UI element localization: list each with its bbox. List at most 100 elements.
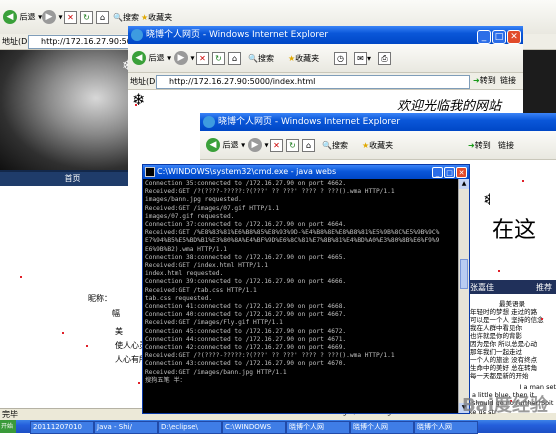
ie-icon (131, 29, 143, 41)
stop-icon: ✕ (270, 139, 283, 152)
search-button[interactable]: 🔍搜索 (248, 53, 274, 64)
console-line: Received:GET /?(????-?????:?(???' ?? ???… (145, 352, 395, 360)
console-line: Connection 38:connected to /172.16.27.90… (145, 253, 347, 261)
go-button[interactable]: ➜转到 (468, 140, 491, 151)
stop-button[interactable]: ✕ (64, 11, 77, 24)
taskbar-item[interactable]: 20111207010 (30, 421, 94, 434)
console-line: images/bann.jpg requested. (145, 196, 242, 204)
toolbar: ◀ 后退 ▾ ▶ ▾ ✕ ↻ ⌂ 🔍搜索 ★收藏夹 ◷ ✉ ▾ ⎙ (128, 44, 523, 73)
article-text: 最美语录 年轻时的梦想 走过的路 可以是一个人 坚持的信念 我在人群中看见你 也… (470, 300, 544, 380)
minimize-button[interactable]: _ (477, 30, 491, 44)
forward-button[interactable]: ▶ ▾ (174, 51, 195, 65)
back-button[interactable]: ◀ 后退 ▾ (3, 10, 42, 24)
welcome-heading: 欢迎光临我的网站 (396, 99, 501, 114)
console-line: tab.css requested. (145, 294, 213, 302)
favorites-button[interactable]: ★收藏夹 (362, 140, 393, 151)
refresh-button[interactable]: ↻ (286, 139, 299, 152)
console-line: E7%94%B5%E5%BD%B1%E3%80%8A%E4%BF%9D%E6%8… (145, 237, 440, 245)
forward-arrow-icon: ▶ (42, 10, 56, 24)
mail-icon: ✉ (354, 52, 367, 65)
refresh-button[interactable]: ↻ (80, 11, 93, 24)
taskbar-item[interactable]: Java - Shi/ (94, 421, 158, 434)
back-button[interactable]: ◀ 后退 ▾ (206, 138, 245, 152)
taskbar-item[interactable]: D:\eclipse\ (158, 421, 222, 434)
section-title: 张嘉佳 (470, 283, 494, 292)
console-line: Connection 45:connected to /172.16.27.90… (145, 327, 347, 335)
title-bar[interactable]: 晓博个人网页 - Windows Internet Explorer _ □ ✕ (128, 26, 523, 44)
home-icon: ⌂ (96, 11, 109, 24)
scrollbar[interactable]: ▲ ▼ (458, 179, 469, 413)
ie-icon (203, 116, 215, 128)
cmd-icon (145, 167, 155, 177)
scroll-up-icon[interactable]: ▲ (459, 179, 469, 189)
stop-button[interactable]: ✕ (270, 139, 283, 152)
taskbar-item[interactable]: 晓博个人网 (414, 421, 478, 434)
decor-dot (541, 318, 543, 320)
snowflake-icon: ❄ (132, 90, 146, 109)
cmd-window: C:\WINDOWS\system32\cmd.exe - java webs … (142, 164, 470, 414)
decor-dot (62, 332, 64, 334)
stop-icon: ✕ (64, 11, 77, 24)
address-input[interactable]: http://172.16.27.90:5000/ (28, 35, 145, 49)
home-link[interactable]: 首页 (65, 174, 81, 183)
toolbar: ◀ 后退 ▾ ▶ ▾ ✕ ↻ ⌂ 🔍搜索 ★收藏夹 ➜转到 链接 (200, 131, 556, 160)
search-button[interactable]: 🔍搜索 (113, 12, 139, 23)
console-line: Connection 39:connected to /172.16.27.90… (145, 278, 347, 286)
console-line: Received:GET /index.html HTTP/1.1 (145, 262, 268, 270)
start-button[interactable]: 开始 (0, 420, 16, 433)
taskbar: 开始 20111207010 Java - Shi/ D:\eclipse\ C… (0, 420, 556, 434)
nickname-label: 昵称： (88, 294, 112, 303)
print-button[interactable]: ⎙ (378, 52, 391, 65)
taskbar-item[interactable]: 晓博个人网 (286, 421, 350, 434)
forward-button[interactable]: ▶ ▾ (42, 10, 63, 24)
recommend-label: 推荐 (536, 283, 552, 292)
address-bar: 地址(D) http://172.16.27.90:5000/index.htm… (128, 73, 523, 90)
print-icon: ⎙ (378, 52, 391, 65)
address-label: 地址(D) (2, 37, 31, 46)
console-line: Connection 41:connected to /172.16.27.90… (145, 303, 347, 311)
nav-bar: 首页 (0, 172, 145, 186)
cmd-title-bar[interactable]: C:\WINDOWS\system32\cmd.exe - java webs … (143, 165, 469, 179)
title-bar[interactable]: 晓博个人网页 - Windows Internet Explorer (200, 113, 556, 131)
home-button[interactable]: ⌂ (228, 52, 241, 65)
close-button[interactable]: ✕ (507, 30, 521, 44)
decor-dot (86, 345, 88, 347)
maximize-button[interactable]: □ (444, 167, 455, 178)
mail-button[interactable]: ✉ ▾ (354, 52, 371, 65)
close-button[interactable]: ✕ (456, 167, 467, 178)
back-arrow-icon: ◀ (206, 138, 220, 152)
forward-button[interactable]: ▶ ▾ (248, 138, 269, 152)
console-line: Connection 40:connected to /172.16.27.90… (145, 311, 347, 319)
maximize-button[interactable]: □ (492, 30, 506, 44)
back-button[interactable]: ◀ 后退 ▾ (132, 51, 171, 65)
console-line: E6%9B%B2).wma HTTP/1.1 (145, 245, 227, 253)
decor-dot (138, 382, 140, 384)
home-button[interactable]: ⌂ (302, 139, 315, 152)
refresh-button[interactable]: ↻ (212, 52, 225, 65)
favorites-button[interactable]: ★收藏夹 (141, 12, 172, 23)
history-button[interactable]: ◷ (334, 52, 347, 65)
search-button[interactable]: 🔍搜索 (322, 140, 348, 151)
decor-dot (135, 104, 137, 106)
console-line: Connection 44:connected to /172.16.27.90… (145, 335, 347, 343)
stop-button[interactable]: ✕ (196, 52, 209, 65)
console-line: Connection 42:connected to /172.16.27.90… (145, 344, 347, 352)
go-button[interactable]: ➜转到 (473, 75, 496, 87)
taskbar-item[interactable]: C:\WINDOWS (222, 421, 286, 434)
console-line: images/07.gif requested. (145, 212, 235, 220)
scroll-thumb[interactable] (460, 259, 468, 289)
go-arrow-icon: ➜ (468, 141, 475, 150)
home-button[interactable]: ⌂ (96, 11, 109, 24)
console-line: 搜狗五笔 半： (145, 376, 186, 384)
address-label: 地址(D) (130, 77, 159, 86)
links-button[interactable]: 链接 (500, 75, 516, 87)
taskbar-item[interactable]: 晓博个人网 (350, 421, 414, 434)
go-arrow-icon: ➜ (473, 76, 480, 85)
back-arrow-icon: ◀ (132, 51, 146, 65)
links-button[interactable]: 链接 (498, 140, 514, 151)
forward-arrow-icon: ▶ (248, 138, 262, 152)
console-line: index.html requested. (145, 270, 224, 278)
address-input[interactable]: http://172.16.27.90:5000/index.html (156, 75, 470, 89)
favorites-button[interactable]: ★收藏夹 (288, 53, 319, 64)
minimize-button[interactable]: _ (432, 167, 443, 178)
